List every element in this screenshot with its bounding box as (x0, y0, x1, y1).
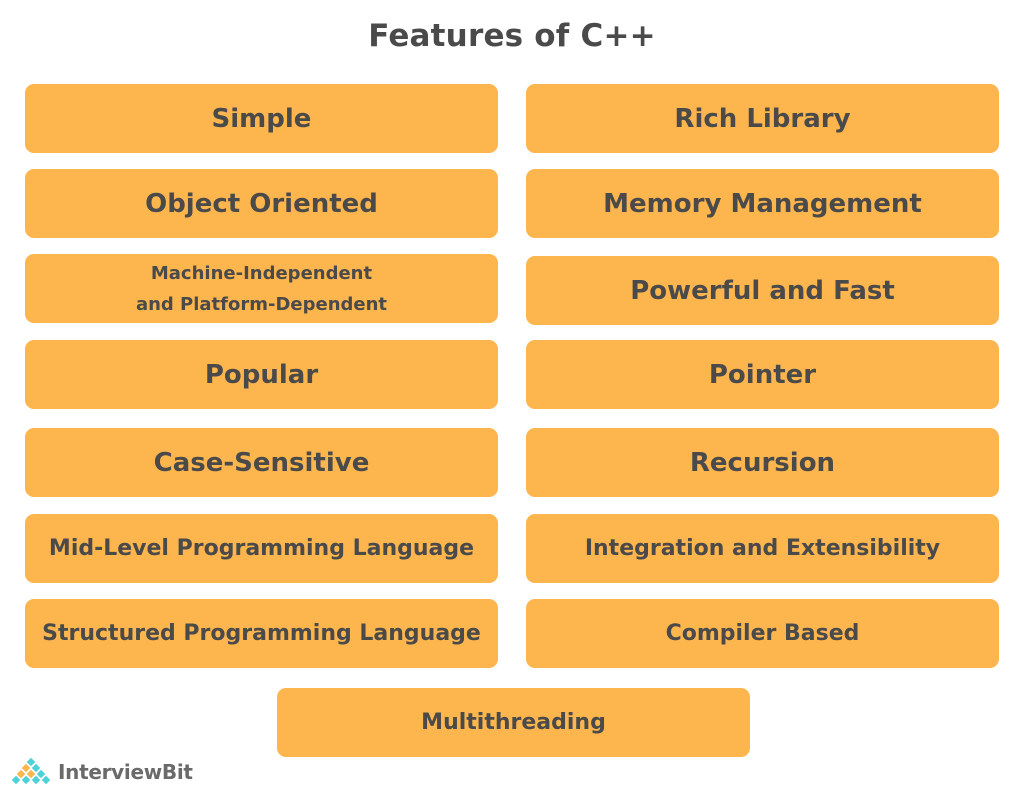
feature-box-multithreading: Multithreading (277, 688, 750, 757)
feature-box-mid-level: Mid-Level Programming Language (25, 514, 498, 583)
feature-box-structured: Structured Programming Language (25, 599, 498, 668)
logo-pyramid-icon (11, 758, 51, 785)
interviewbit-logo: InterviewBit (10, 758, 193, 786)
diagram-title: Features of C++ (368, 18, 656, 54)
feature-box-pointer: Pointer (526, 340, 999, 409)
feature-box-recursion: Recursion (526, 428, 999, 497)
feature-box-rich-library: Rich Library (526, 84, 999, 153)
feature-box-compiler-based: Compiler Based (526, 599, 999, 668)
feature-box-powerful-fast: Powerful and Fast (526, 256, 999, 325)
feature-box-popular: Popular (25, 340, 498, 409)
feature-box-machine-independent: Machine-Independent and Platform-Depende… (25, 254, 498, 323)
feature-box-memory-management: Memory Management (526, 169, 999, 238)
feature-box-simple: Simple (25, 84, 498, 153)
feature-box-integration: Integration and Extensibility (526, 514, 999, 583)
feature-box-object-oriented: Object Oriented (25, 169, 498, 238)
feature-box-case-sensitive: Case-Sensitive (25, 428, 498, 497)
logo-text: InterviewBit (58, 760, 193, 784)
